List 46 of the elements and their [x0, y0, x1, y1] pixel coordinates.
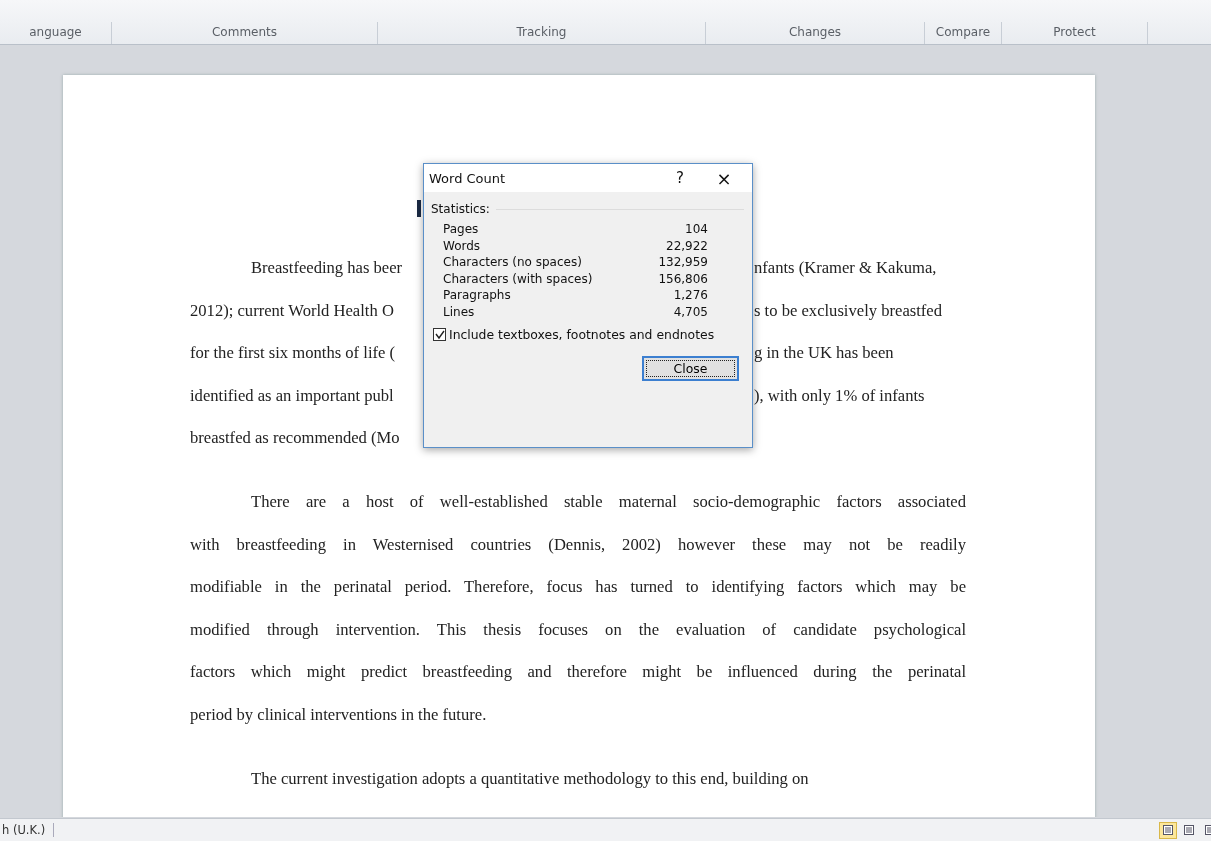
text-fragment: g in the UK has been [754, 343, 894, 365]
checkbox-label[interactable]: Include textboxes, footnotes and endnotes [449, 326, 715, 342]
close-button[interactable]: Close [642, 355, 739, 381]
view-button[interactable] [1159, 821, 1177, 839]
stat-value: 22,922 [665, 238, 708, 255]
text-fragment: period by clinical interventions in the future. [190, 704, 487, 726]
text-fragment: ), with only 1% of infants [754, 385, 925, 407]
text-fragment: identified as an important publ [190, 385, 394, 407]
page-icon [1183, 824, 1195, 836]
stat-value: 132,959 [657, 255, 708, 272]
dialog-title: Word Count [429, 170, 507, 186]
stat-label: Characters (no spaces) [443, 255, 583, 272]
text-fragment: breastfed as recommended (Mo [190, 428, 400, 450]
group-label: Changes [788, 25, 842, 39]
text-fragment: nfants (Kramer & Kakuma, [754, 258, 937, 279]
checkbox[interactable] [433, 327, 446, 341]
stat-label: Words [443, 238, 482, 255]
text-line: modifiable in the perinatal period. Therefore, focus has turned to identifying factors which may be [190, 577, 966, 599]
stat-value: 4,705 [672, 304, 708, 321]
text-fragment: for the first six months of life ( [190, 343, 396, 365]
text-fragment: Breastfeeding has beer [250, 258, 403, 279]
text-line: There are a host of well-established stable maternal socio-demographic factors associated [250, 491, 966, 513]
text-fragment: s to be exclusively breastfed [754, 300, 942, 322]
group-label: Protect [1053, 25, 1096, 39]
group-label: Compare [935, 25, 991, 39]
close-button[interactable]: × [702, 164, 746, 192]
stat-label: Lines [443, 304, 476, 321]
help-button[interactable]: ? [658, 164, 702, 192]
stat-value: 1,276 [672, 288, 708, 305]
text-line: The current investigation adopts a quantitative methodology to this end, building on [250, 768, 810, 790]
text-line: with breastfeeding in Westernised countries (Dennis, 2002) however these may not be readily [190, 534, 966, 556]
text-fragment: 2012); current World Health O [190, 300, 394, 322]
language-indicator[interactable]: h (U.K.) [0, 823, 55, 837]
text-line: modified through intervention. This thesis focuses on the evaluation of candidate psychological [190, 619, 966, 641]
text-line: factors which might predict breastfeeding and therefore might be influenced during the perinatal [190, 662, 966, 684]
group-label: Tracking [516, 25, 567, 39]
text-cursor [417, 200, 421, 217]
stat-value: 156,806 [657, 271, 708, 288]
stat-value: 104 [684, 222, 708, 238]
section-label: Statistics: [431, 202, 490, 216]
group-label: anguage [29, 25, 82, 39]
group-label: Comments [211, 25, 277, 39]
stat-label: Characters (with spaces) [443, 271, 594, 288]
page-icon [1162, 824, 1174, 836]
stat-label: Paragraphs [443, 288, 512, 305]
stat-label: Pages [443, 222, 480, 238]
